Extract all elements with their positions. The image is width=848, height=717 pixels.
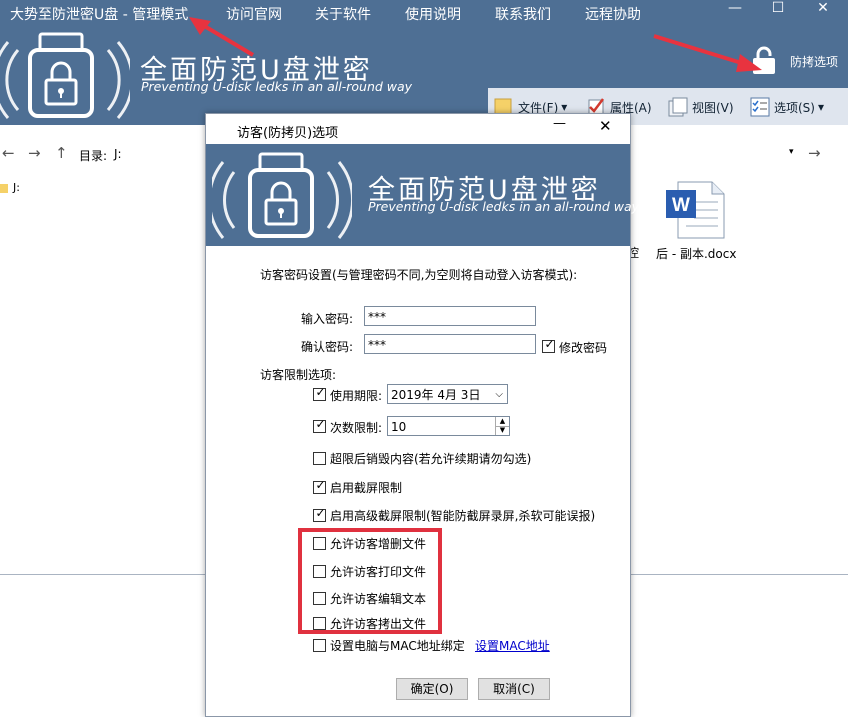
toolbar-view[interactable]: 视图(V) xyxy=(668,96,734,118)
maximize-button[interactable]: ☐ xyxy=(763,0,793,18)
address-value[interactable]: J: xyxy=(114,147,122,161)
dialog-close-button[interactable]: ✕ xyxy=(599,117,612,135)
password-input[interactable]: *** xyxy=(364,306,536,326)
mac-binding-checkbox[interactable] xyxy=(313,639,326,652)
menu-remote-assist[interactable]: 远程协助 xyxy=(585,4,641,24)
confirm-password-label: 确认密码: xyxy=(301,340,354,354)
menu-about[interactable]: 关于软件 xyxy=(315,4,371,24)
banner-subtitle: Preventing U-disk ledks in an all-round … xyxy=(141,79,413,94)
set-mac-address-link[interactable]: 设置MAC地址 xyxy=(475,637,550,654)
expiry-label: 使用期限: xyxy=(330,389,383,403)
stepper-down-icon[interactable]: ▼ xyxy=(495,426,509,435)
dialog-titlebar: 访客(防拷贝)选项 — ✕ xyxy=(206,114,630,144)
minimize-button[interactable]: — xyxy=(720,0,750,18)
advanced-screenshot-limit-label: 启用高级截屏限制(智能防截屏录屏,杀软可能误报) xyxy=(330,509,596,523)
advanced-screenshot-limit-checkbox[interactable]: ✓ xyxy=(313,507,326,522)
chevron-down-icon[interactable]: ⌵ xyxy=(495,385,503,405)
mac-binding-label: 设置电脑与MAC地址绑定 xyxy=(330,639,465,653)
restrict-section-label: 访客限制选项: xyxy=(260,368,337,382)
modify-password-checkbox[interactable]: ✓ xyxy=(542,338,555,353)
password-section-label: 访客密码设置(与管理密码不同,为空则将自动登入访客模式): xyxy=(260,268,578,282)
cancel-button[interactable]: 取消(C) xyxy=(478,678,550,700)
view-icon xyxy=(668,97,688,117)
count-limit-label: 次数限制: xyxy=(330,421,383,435)
dialog-title: 访客(防拷贝)选项 xyxy=(237,126,339,141)
tree-item-drive[interactable]: J: xyxy=(13,181,20,194)
dialog-banner-subtitle: Preventing U-disk ledks in an all-round … xyxy=(368,199,640,214)
red-arrow-left xyxy=(189,17,255,57)
confirm-password-input[interactable]: *** xyxy=(364,334,536,354)
file-item[interactable]: W 后 - 副本.docx xyxy=(656,178,740,268)
highlight-box xyxy=(298,528,442,634)
close-button[interactable]: ✕ xyxy=(808,0,838,18)
drive-folder-icon xyxy=(0,184,8,193)
back-arrow-icon[interactable]: ← xyxy=(2,144,15,162)
expiry-date-value: 2019年 4月 3日 xyxy=(391,388,481,402)
address-label: 目录: xyxy=(79,149,108,163)
menu-contact[interactable]: 联系我们 xyxy=(495,4,551,24)
toolbar-view-label: 视图(V) xyxy=(692,100,734,115)
dialog-minimize-button[interactable]: — xyxy=(553,116,566,131)
usb-lock-logo-icon xyxy=(212,152,352,239)
go-arrow-icon[interactable]: → xyxy=(808,144,821,162)
word-doc-icon: W xyxy=(666,181,725,239)
up-arrow-icon[interactable]: ↑ xyxy=(55,144,68,162)
password-label: 输入密码: xyxy=(301,312,354,326)
expiry-date-picker[interactable]: 2019年 4月 3日 ⌵ xyxy=(387,384,508,404)
protect-options-label[interactable]: 防拷选项 xyxy=(790,53,838,70)
file-name: 后 - 副本.docx xyxy=(656,247,737,261)
count-limit-stepper[interactable]: 10 ▲ ▼ xyxy=(387,416,510,436)
app-title: 大势至防泄密U盘 - 管理模式 xyxy=(10,7,189,23)
usb-lock-logo-icon xyxy=(0,32,130,119)
address-dropdown-icon[interactable]: ▾ xyxy=(789,147,794,157)
screenshot-limit-label: 启用截屏限制 xyxy=(330,481,403,495)
expiry-checkbox[interactable]: ✓ xyxy=(313,386,326,401)
forward-arrow-icon[interactable]: → xyxy=(28,144,41,162)
toolbar-options-label: 选项(S) xyxy=(774,100,815,115)
dialog-banner: 全面防范U盘泄密 Preventing U-disk ledks in an a… xyxy=(206,144,639,246)
toolbar-options[interactable]: 选项(S) ▾ xyxy=(750,96,824,118)
options-list-icon xyxy=(750,97,770,117)
destroy-content-checkbox[interactable] xyxy=(313,452,326,465)
screenshot-limit-checkbox[interactable]: ✓ xyxy=(313,479,326,494)
count-limit-checkbox[interactable]: ✓ xyxy=(313,418,326,433)
ok-button[interactable]: 确定(O) xyxy=(396,678,468,700)
destroy-content-label: 超限后销毁内容(若允许续期请勿勾选) xyxy=(330,452,532,466)
svg-text:W: W xyxy=(672,195,690,216)
count-limit-value: 10 xyxy=(391,420,407,434)
menu-help[interactable]: 使用说明 xyxy=(405,4,461,24)
red-arrow-right xyxy=(653,34,762,72)
modify-password-label: 修改密码 xyxy=(559,341,608,355)
